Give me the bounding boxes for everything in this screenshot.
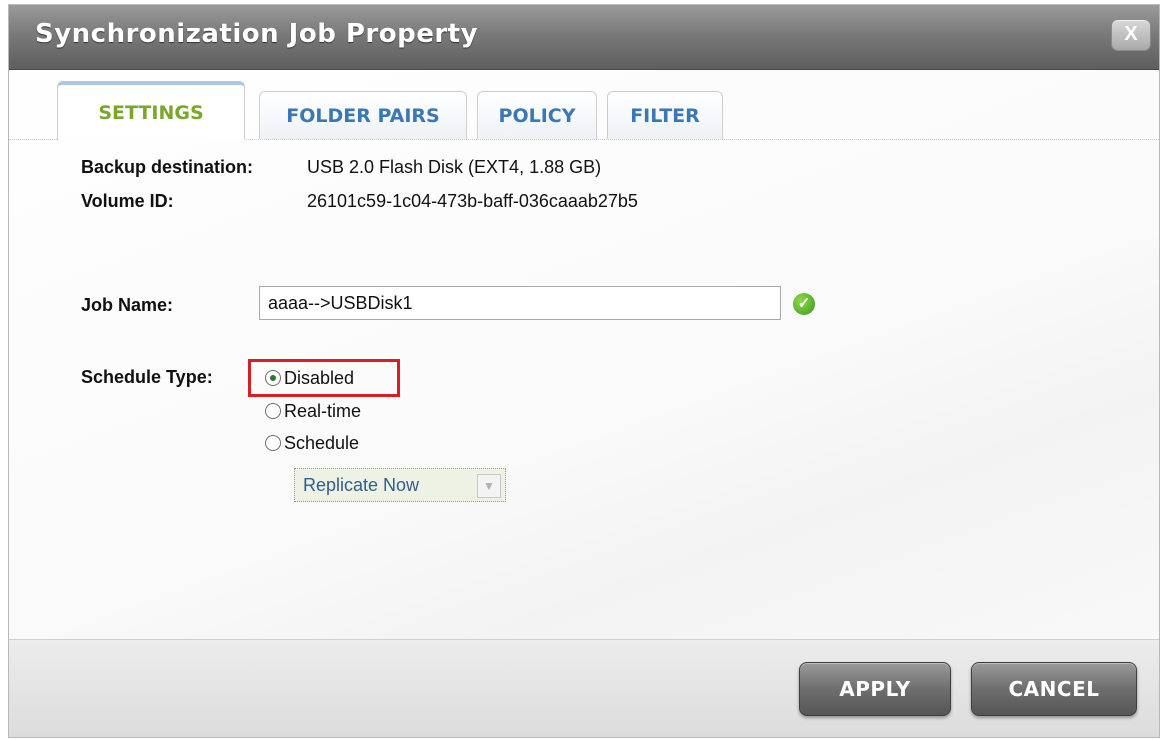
tab-settings[interactable]: SETTINGS [57, 81, 245, 140]
check-circle-icon: ✓ [793, 293, 815, 315]
volume-id-value: 26101c59-1c04-473b-baff-036caaab27b5 [307, 191, 638, 211]
schedule-type-label: Schedule Type: [81, 367, 213, 387]
volume-id-label: Volume ID: [81, 191, 174, 211]
apply-label: APPLY [839, 677, 911, 701]
tab-filter[interactable]: FILTER [607, 91, 723, 139]
tab-label: FILTER [630, 104, 700, 127]
chevron-down-icon[interactable]: ▼ [477, 474, 501, 498]
tab-label: POLICY [498, 104, 576, 127]
backup-destination-value: USB 2.0 Flash Disk (EXT4, 1.88 GB) [307, 157, 602, 177]
radio-real-time[interactable]: Real-time [265, 398, 361, 424]
job-name-input[interactable] [259, 286, 781, 320]
dialog-titlebar: Synchronization Job Property X [9, 5, 1159, 70]
sync-job-property-dialog: Synchronization Job Property X SETTINGS … [8, 4, 1160, 738]
radio-label: Schedule [284, 432, 360, 453]
dialog-footer: APPLY CANCEL [9, 639, 1159, 737]
tab-label: FOLDER PAIRS [286, 104, 440, 127]
radio-button[interactable] [265, 403, 281, 419]
radio-label: Disabled [284, 367, 355, 388]
radio-schedule[interactable]: Schedule [265, 430, 359, 456]
select-value: Replicate Now [303, 474, 420, 495]
dialog-title: Synchronization Job Property [35, 19, 479, 49]
radio-label: Real-time [284, 400, 362, 421]
close-button[interactable]: X [1111, 19, 1151, 51]
tab-label: SETTINGS [98, 101, 204, 124]
cancel-button[interactable]: CANCEL [971, 662, 1137, 716]
replicate-select[interactable]: Replicate Now ▼ [294, 468, 506, 502]
backup-destination-label: Backup destination: [81, 157, 254, 177]
close-icon: X [1124, 23, 1138, 45]
radio-disabled[interactable]: Disabled [265, 365, 354, 391]
radio-button[interactable] [265, 370, 281, 386]
job-name-label: Job Name: [81, 295, 174, 315]
tab-policy[interactable]: POLICY [477, 91, 597, 139]
radio-button[interactable] [265, 435, 281, 451]
tab-bar: SETTINGS FOLDER PAIRS POLICY FILTER [9, 81, 1159, 140]
cancel-label: CANCEL [1008, 677, 1100, 701]
tab-folder-pairs[interactable]: FOLDER PAIRS [259, 91, 467, 139]
apply-button[interactable]: APPLY [799, 662, 951, 716]
